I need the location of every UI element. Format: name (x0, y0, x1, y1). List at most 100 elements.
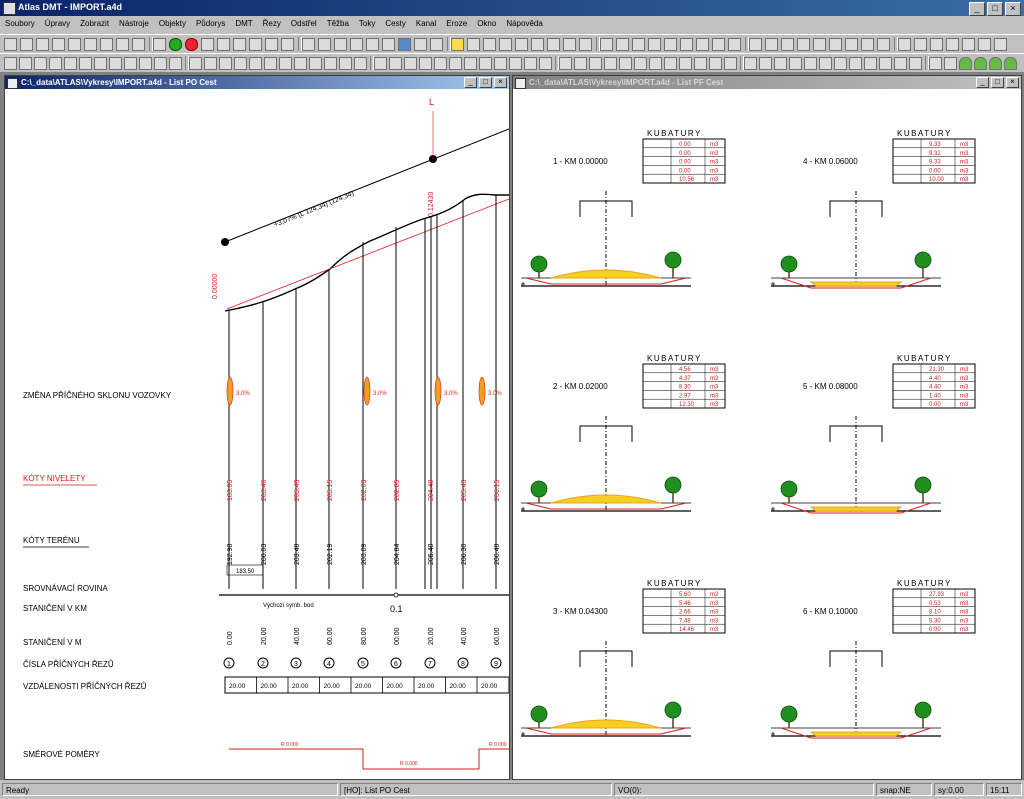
tool-button-icon[interactable] (201, 38, 214, 51)
tool-button-icon[interactable] (649, 57, 662, 70)
tool-button-icon[interactable] (84, 38, 97, 51)
tool-button-icon[interactable] (414, 38, 427, 51)
tool-button-icon[interactable] (366, 38, 379, 51)
tool-button-icon[interactable] (318, 38, 331, 51)
cross-section-window[interactable]: C:\_data\ATLAS\Vykresy\IMPORT.a4d - List… (512, 75, 1022, 780)
tool-button-icon[interactable] (467, 38, 480, 51)
tool-button-icon[interactable] (153, 38, 166, 51)
tool-button-icon[interactable] (861, 38, 874, 51)
tool-button-icon[interactable] (845, 38, 858, 51)
tool-button-icon[interactable] (79, 57, 92, 70)
tool-button-icon[interactable] (449, 57, 462, 70)
tool-button-icon[interactable] (398, 38, 411, 51)
menu-dmt[interactable]: DMT (230, 16, 257, 33)
menu-zobrazit[interactable]: Zobrazit (75, 16, 114, 33)
tool-button-icon[interactable] (930, 38, 943, 51)
tool-button-icon[interactable] (914, 38, 927, 51)
tool-button-icon[interactable] (728, 38, 741, 51)
tool-button-icon[interactable] (524, 57, 537, 70)
tool-button-icon[interactable] (664, 38, 677, 51)
tool-button-icon[interactable] (464, 57, 477, 70)
tool-button-icon[interactable] (619, 57, 632, 70)
tool-button-icon[interactable] (124, 57, 137, 70)
tool-button-icon[interactable] (515, 38, 528, 51)
tool-button-icon[interactable] (185, 38, 198, 51)
tool-button-icon[interactable] (509, 57, 522, 70)
tool-button-icon[interactable] (864, 57, 877, 70)
tool-button-icon[interactable] (374, 57, 387, 70)
close-button[interactable]: × (1005, 2, 1021, 16)
tool-button-icon[interactable] (946, 38, 959, 51)
tool-button-icon[interactable] (574, 57, 587, 70)
tool-button-icon[interactable] (499, 38, 512, 51)
tool-button-icon[interactable] (849, 57, 862, 70)
tool-button-icon[interactable] (712, 38, 725, 51)
tool-button-icon[interactable] (819, 57, 832, 70)
maximize-button[interactable]: □ (987, 2, 1003, 16)
tool-button-icon[interactable] (479, 57, 492, 70)
tool-button-icon[interactable] (233, 38, 246, 51)
tool-button-icon[interactable] (4, 57, 17, 70)
tool-button-icon[interactable] (759, 57, 772, 70)
tool-button-icon[interactable] (430, 38, 443, 51)
tool-button-icon[interactable] (978, 38, 991, 51)
profile-close-button[interactable]: × (494, 77, 507, 88)
tool-button-icon[interactable] (382, 38, 395, 51)
tool-button-icon[interactable] (132, 38, 145, 51)
tool-button-icon[interactable] (589, 57, 602, 70)
tool-button-icon[interactable] (1004, 57, 1017, 70)
tool-button-icon[interactable] (539, 57, 552, 70)
tool-button-icon[interactable] (724, 57, 737, 70)
tool-button-icon[interactable] (616, 38, 629, 51)
app-icon[interactable] (3, 2, 16, 15)
tool-button-icon[interactable] (834, 57, 847, 70)
tool-button-icon[interactable] (281, 38, 294, 51)
menu-eroze[interactable]: Eroze (441, 16, 472, 33)
tool-button-icon[interactable] (694, 57, 707, 70)
tool-button-icon[interactable] (68, 38, 81, 51)
tool-button-icon[interactable] (664, 57, 677, 70)
menu-napoveda[interactable]: Nápověda (501, 16, 547, 33)
tool-button-icon[interactable] (52, 38, 65, 51)
tool-button-icon[interactable] (600, 38, 613, 51)
tool-button-icon[interactable] (559, 57, 572, 70)
tool-button-icon[interactable] (324, 57, 337, 70)
tool-button-icon[interactable] (579, 38, 592, 51)
tool-button-icon[interactable] (116, 38, 129, 51)
tool-button-icon[interactable] (879, 57, 892, 70)
tool-button-icon[interactable] (94, 57, 107, 70)
tool-button-icon[interactable] (929, 57, 942, 70)
menu-cesty[interactable]: Cesty (380, 16, 410, 33)
menu-objekty[interactable]: Objekty (154, 16, 191, 33)
tool-button-icon[interactable] (709, 57, 722, 70)
tool-button-icon[interactable] (219, 57, 232, 70)
tool-button-icon[interactable] (744, 57, 757, 70)
document-icon[interactable] (515, 78, 526, 89)
tool-button-icon[interactable] (781, 38, 794, 51)
menu-pudorys[interactable]: Půdorys (191, 16, 230, 33)
menu-nastroje[interactable]: Nástroje (114, 16, 154, 33)
tool-button-icon[interactable] (563, 38, 576, 51)
tool-button-icon[interactable] (419, 57, 432, 70)
menu-odstrel[interactable]: Odstřel (286, 16, 322, 33)
profile-window-titlebar[interactable]: C:\_data\ATLAS\Vykresy\IMPORT.a4d - List… (5, 76, 509, 89)
tool-button-icon[interactable] (350, 38, 363, 51)
profile-minimize-button[interactable]: _ (464, 77, 477, 88)
menu-okno[interactable]: Okno (472, 16, 501, 33)
tool-button-icon[interactable] (877, 38, 890, 51)
profile-window[interactable]: C:\_data\ATLAS\Vykresy\IMPORT.a4d - List… (4, 75, 510, 780)
tool-button-icon[interactable] (898, 38, 911, 51)
cross-section-maximize-button[interactable]: □ (991, 77, 1004, 88)
tool-button-icon[interactable] (974, 57, 987, 70)
tool-button-icon[interactable] (894, 57, 907, 70)
tool-button-icon[interactable] (483, 38, 496, 51)
minimize-button[interactable]: _ (969, 2, 985, 16)
tool-button-icon[interactable] (294, 57, 307, 70)
profile-drawing[interactable]: +3,07% (L 124,34) (124,34) L 0.00000 0.1… (5, 89, 509, 779)
cross-section-window-titlebar[interactable]: C:\_data\ATLAS\Vykresy\IMPORT.a4d - List… (513, 76, 1021, 89)
tool-button-icon[interactable] (944, 57, 957, 70)
tool-button-icon[interactable] (100, 38, 113, 51)
menu-kanal[interactable]: Kanal (411, 16, 441, 33)
tool-button-icon[interactable] (49, 57, 62, 70)
tool-button-icon[interactable] (634, 57, 647, 70)
